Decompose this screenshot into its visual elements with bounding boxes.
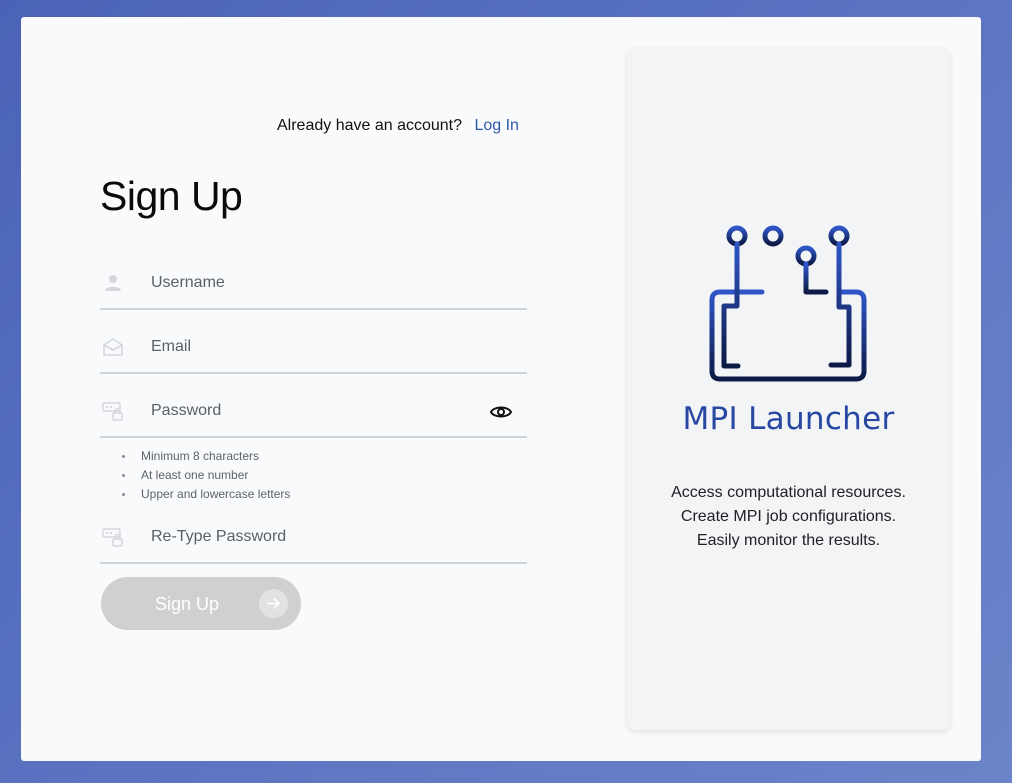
password-rule: At least one number [121, 466, 290, 485]
retype-password-field [100, 516, 527, 564]
sign-up-button-label: Sign Up [155, 594, 220, 614]
signup-card: Already have an account? Log In Sign Up [21, 17, 981, 761]
password-field [100, 390, 527, 438]
info-panel: MPI Launcher Access computational resour… [627, 47, 950, 730]
username-field [100, 262, 527, 310]
sign-up-button[interactable]: Sign Up [101, 577, 301, 630]
envelope-icon [103, 338, 123, 356]
password-rule: Minimum 8 characters [121, 447, 290, 466]
brand-name: MPI Launcher [682, 401, 895, 437]
email-input[interactable] [151, 334, 481, 360]
password-key-icon [102, 402, 123, 421]
user-icon [105, 275, 121, 291]
password-rule: Upper and lowercase letters [121, 485, 290, 504]
tagline-line: Create MPI job configurations. [680, 508, 897, 525]
username-input[interactable] [151, 270, 481, 296]
retype-password-input[interactable] [151, 524, 481, 550]
tagline-line: Easily monitor the results. [696, 532, 881, 549]
page-title: Sign Up [100, 173, 243, 219]
tagline-line: Access computational resources. [671, 484, 906, 501]
password-key-icon [102, 528, 123, 547]
login-prompt-text: Already have an account? [277, 117, 463, 134]
circuit-monitor-icon [709, 225, 867, 399]
arrow-right-icon [259, 589, 288, 618]
email-field [100, 326, 527, 374]
password-rules: Minimum 8 characters At least one number… [121, 447, 290, 504]
login-link[interactable]: Log In [474, 117, 518, 134]
eye-icon[interactable] [489, 402, 513, 422]
login-prompt: Already have an account? Log In [277, 117, 519, 135]
password-input[interactable] [151, 398, 481, 424]
